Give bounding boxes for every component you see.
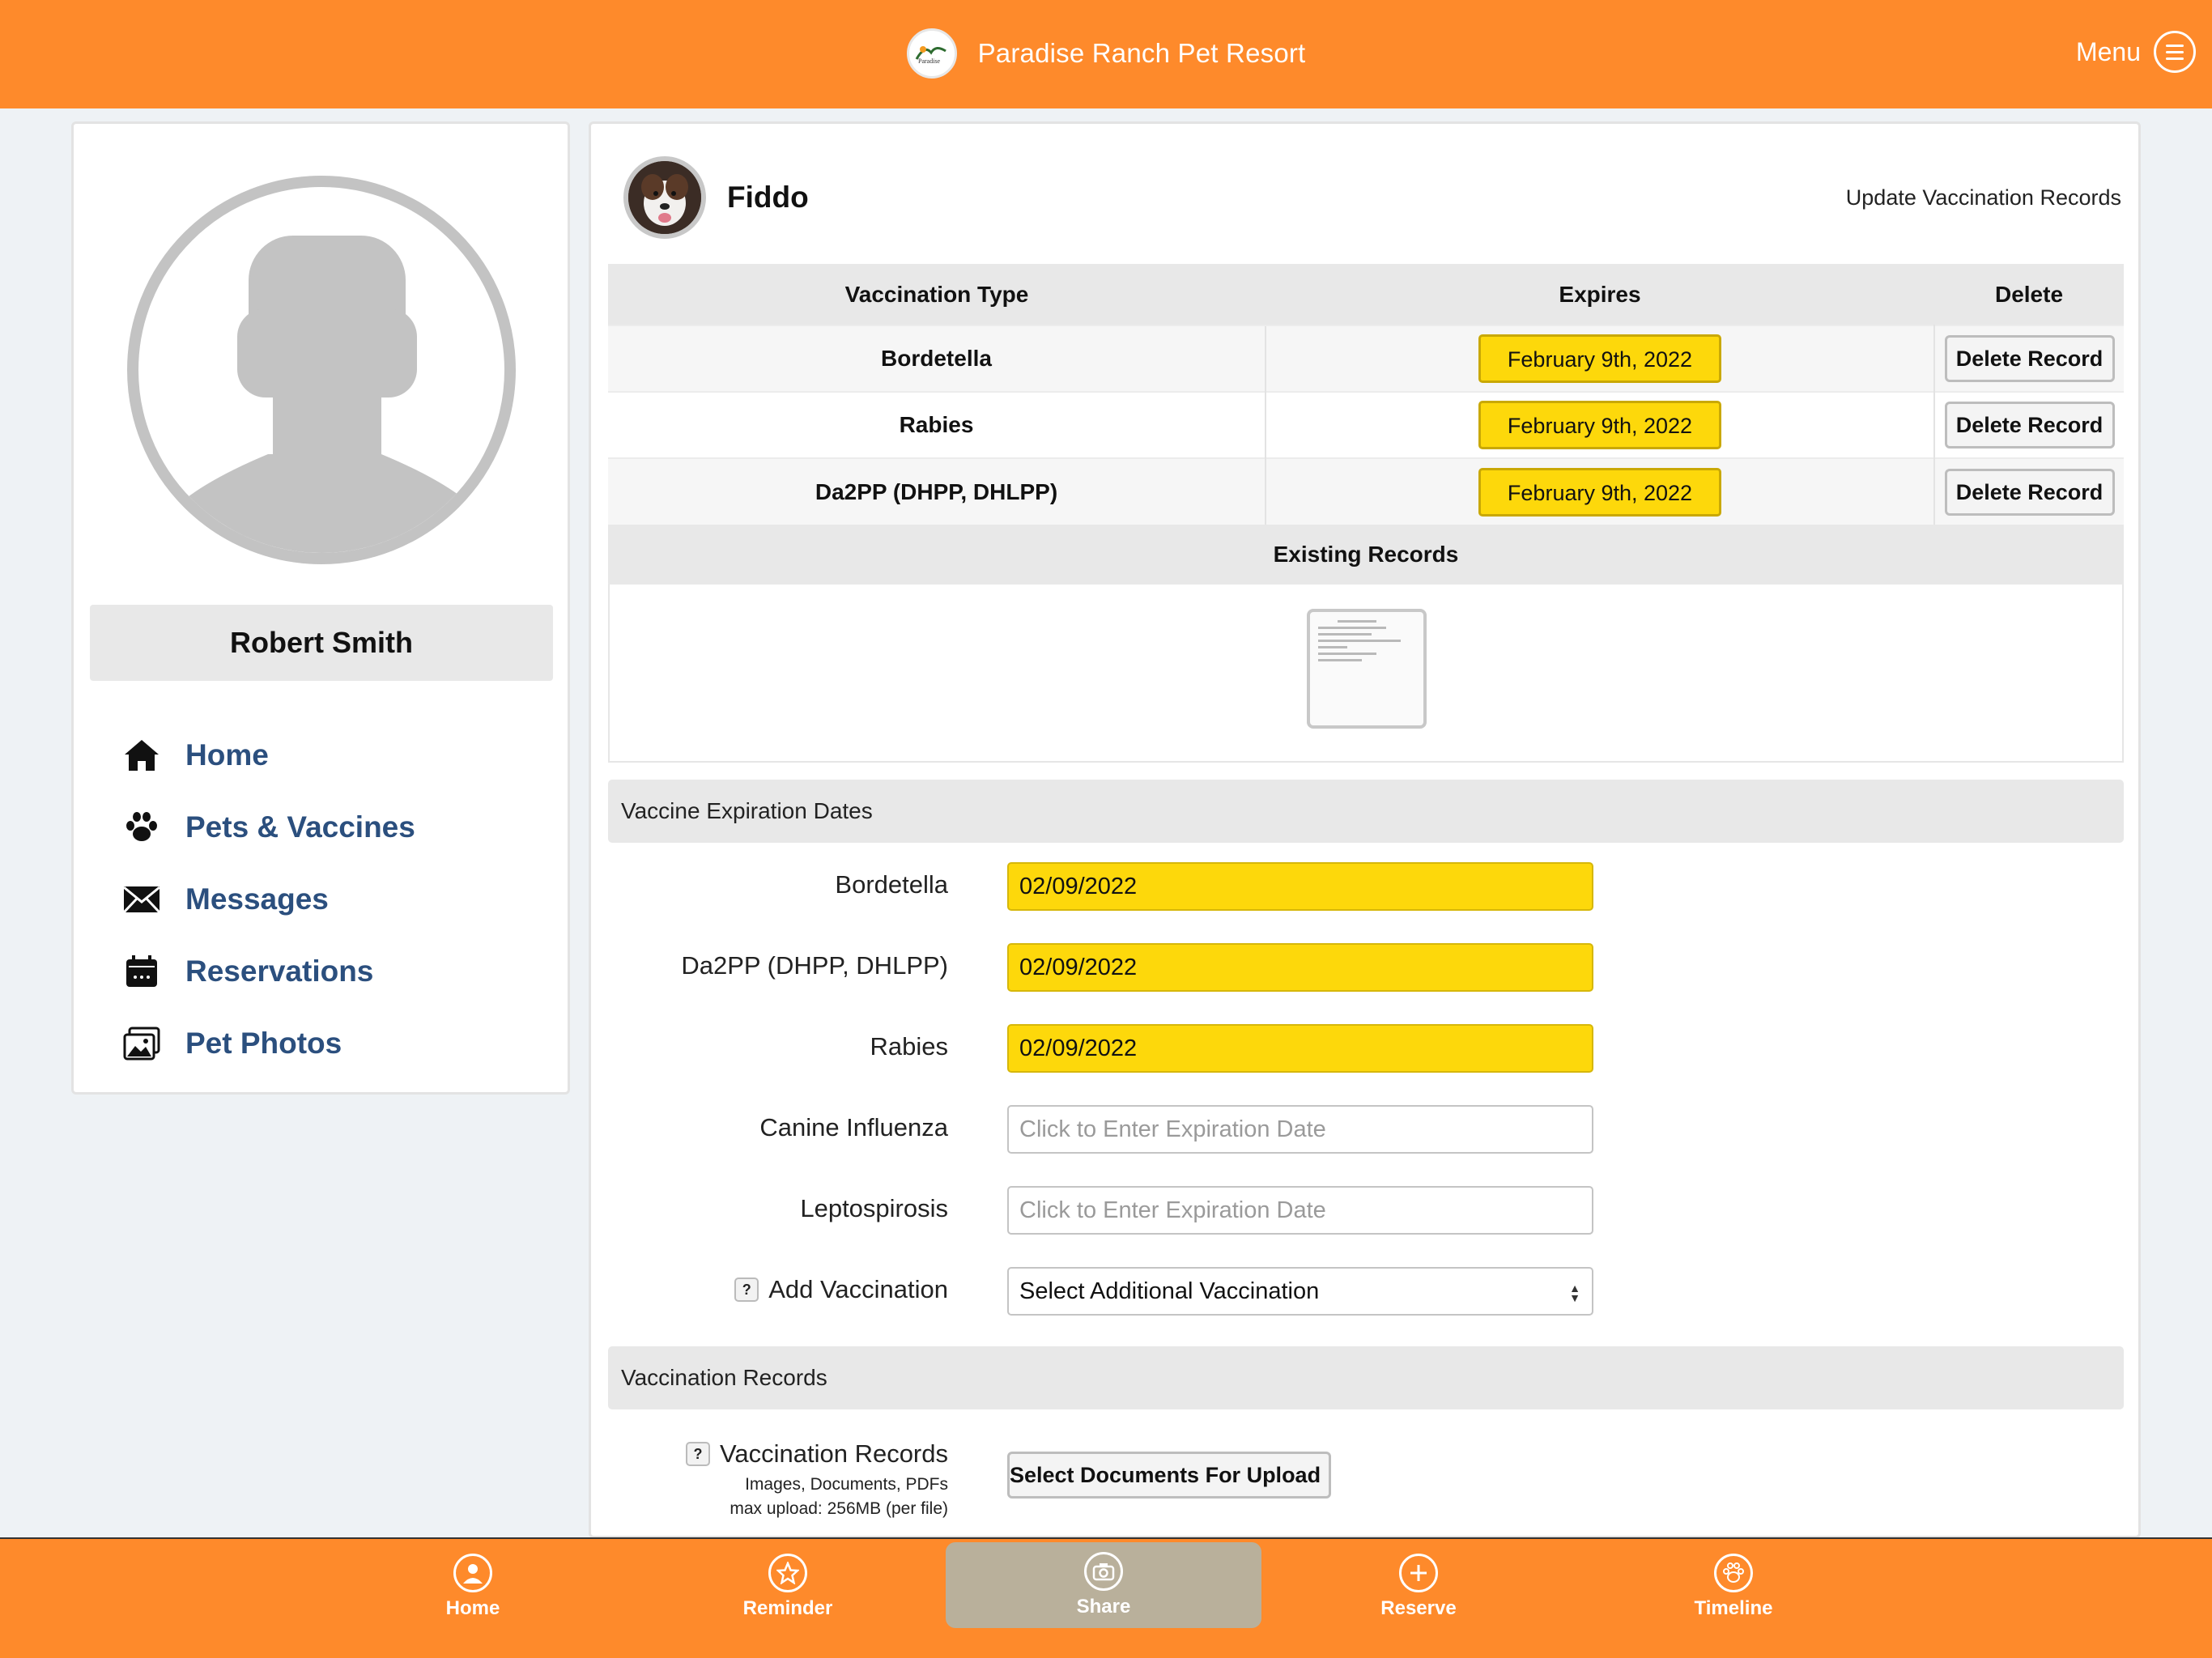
vaccination-type-cell: Rabies — [608, 391, 1266, 458]
table-row: Da2PP (DHPP, DHLPP) February 9th, 2022 D… — [608, 457, 2124, 525]
records-label-block: ? Vaccination Records Images, Documents,… — [685, 1439, 948, 1519]
update-vaccination-records-link[interactable]: Update Vaccination Records — [1846, 185, 2121, 210]
table-row: Bordetella February 9th, 2022 Delete Rec… — [608, 325, 2124, 392]
user-avatar-placeholder-icon[interactable] — [127, 176, 516, 564]
user-icon — [453, 1554, 492, 1592]
paw-icon — [1714, 1554, 1753, 1592]
select-arrows-icon: ▲ ▼ — [1569, 1282, 1580, 1304]
plus-icon — [1399, 1554, 1438, 1592]
upload-hint-types: Images, Documents, PDFs — [745, 1475, 948, 1494]
form-row-vaccination-records: ? Vaccination Records Images, Documents,… — [608, 1439, 2124, 1528]
leptospirosis-date-input[interactable] — [1007, 1186, 1593, 1235]
help-icon[interactable]: ? — [685, 1442, 710, 1466]
user-name: Robert Smith — [90, 605, 553, 681]
tab-reminder[interactable]: Reminder — [630, 1544, 946, 1630]
document-thumbnail[interactable] — [1307, 609, 1427, 729]
tab-home[interactable]: Home — [315, 1544, 631, 1630]
envelope-icon — [122, 880, 161, 919]
sidebar-item-label: Reservations — [185, 954, 374, 988]
sidebar-nav: Home Pets & Vaccines Messages Reservatio… — [122, 719, 543, 1079]
tab-timeline[interactable]: Timeline — [1576, 1544, 1891, 1630]
select-documents-upload-button[interactable]: Select Documents For Upload — [1007, 1452, 1331, 1499]
tab-reserve[interactable]: Reserve — [1261, 1544, 1576, 1630]
brand[interactable]: Paradise Paradise Ranch Pet Resort — [906, 28, 1306, 79]
field-label: Canine Influenza — [759, 1113, 948, 1141]
vaccination-type-cell: Bordetella — [608, 325, 1266, 392]
sidebar-item-label: Pets & Vaccines — [185, 810, 415, 844]
field-label: Bordetella — [835, 870, 948, 899]
form-row-add-vaccination: ? Add Vaccination Select Additional Vacc… — [608, 1267, 2124, 1317]
field-label: Vaccination Records — [719, 1439, 948, 1468]
existing-records-area — [608, 585, 2124, 763]
column-header-expires: Expires — [1266, 264, 1934, 325]
photos-icon — [122, 1024, 161, 1063]
upload-hint-size: max upload: 256MB (per file) — [730, 1499, 948, 1518]
da2pp-date-input[interactable] — [1007, 943, 1593, 992]
vaccination-records-section-header: Vaccination Records — [608, 1346, 2124, 1409]
calendar-icon — [122, 952, 161, 991]
tab-label: Reminder — [742, 1597, 833, 1619]
hamburger-icon — [2154, 31, 2196, 73]
canine-influenza-date-input[interactable] — [1007, 1105, 1593, 1154]
expires-date-badge: February 9th, 2022 — [1478, 334, 1721, 383]
bottom-tab-bar: Home Reminder Share Reserve Timeline — [0, 1537, 2212, 1658]
app-title: Paradise Ranch Pet Resort — [977, 38, 1306, 68]
tab-share[interactable]: Share — [946, 1542, 1261, 1628]
svg-text:Paradise: Paradise — [918, 57, 941, 65]
delete-record-button[interactable]: Delete Record — [1944, 335, 2115, 382]
sidebar-item-home[interactable]: Home — [122, 719, 543, 791]
pet-name: Fiddo — [727, 181, 809, 214]
vaccination-type-cell: Da2PP (DHPP, DHLPP) — [608, 457, 1266, 525]
tab-label: Timeline — [1694, 1597, 1773, 1619]
sidebar-item-label: Messages — [185, 882, 329, 916]
add-vaccination-select[interactable]: Select Additional Vaccination ▲ ▼ — [1007, 1267, 1593, 1316]
expires-date-badge: February 9th, 2022 — [1478, 401, 1721, 449]
star-icon — [768, 1554, 807, 1592]
delete-record-button[interactable]: Delete Record — [1944, 402, 2115, 449]
pet-header: Fiddo Update Vaccination Records — [623, 156, 2121, 240]
rabies-date-input[interactable] — [1007, 1024, 1593, 1073]
profile-card: Robert Smith Home Pets & Vaccines Messag… — [71, 121, 570, 1095]
tab-label: Home — [445, 1597, 500, 1619]
resort-logo-icon: Paradise — [906, 28, 957, 79]
camera-icon — [1084, 1552, 1123, 1591]
tab-label: Reserve — [1380, 1597, 1457, 1619]
paw-icon — [122, 808, 161, 847]
column-header-delete: Delete — [1934, 264, 2124, 325]
home-icon — [122, 736, 161, 775]
main-panel: Fiddo Update Vaccination Records Vaccina… — [589, 121, 2141, 1538]
form-row-bordetella: Bordetella — [608, 862, 2124, 912]
form-row-da2pp: Da2PP (DHPP, DHLPP) — [608, 943, 2124, 993]
sidebar-item-pet-photos[interactable]: Pet Photos — [122, 1007, 543, 1079]
sidebar-item-label: Home — [185, 738, 269, 772]
form-row-leptospirosis: Leptospirosis — [608, 1186, 2124, 1236]
existing-records-header: Existing Records — [608, 525, 2124, 585]
pet-avatar[interactable] — [623, 156, 706, 239]
select-value: Select Additional Vaccination — [1019, 1278, 1320, 1304]
tab-label: Share — [1076, 1596, 1131, 1618]
vaccination-table: Vaccination Type Expires Delete Bordetel… — [608, 264, 2124, 525]
field-label: Leptospirosis — [800, 1194, 948, 1222]
bordetella-date-input[interactable] — [1007, 862, 1593, 911]
sidebar-item-pets-vaccines[interactable]: Pets & Vaccines — [122, 791, 543, 863]
vaccine-expiration-section-header: Vaccine Expiration Dates — [608, 780, 2124, 843]
help-icon[interactable]: ? — [734, 1278, 759, 1302]
menu-label: Menu — [2075, 36, 2141, 66]
top-bar: Paradise Paradise Ranch Pet Resort Menu — [0, 0, 2212, 108]
sidebar-item-messages[interactable]: Messages — [122, 863, 543, 935]
form-row-canine-influenza: Canine Influenza — [608, 1105, 2124, 1155]
sidebar-item-label: Pet Photos — [185, 1026, 342, 1060]
column-header-vaccination-type: Vaccination Type — [608, 264, 1266, 325]
sidebar-item-reservations[interactable]: Reservations — [122, 935, 543, 1007]
delete-record-button[interactable]: Delete Record — [1944, 468, 2115, 516]
add-vaccination-label: ? Add Vaccination — [734, 1275, 948, 1304]
menu-button[interactable]: Menu — [2076, 31, 2196, 73]
expires-date-badge: February 9th, 2022 — [1478, 467, 1721, 517]
field-label: Rabies — [870, 1032, 949, 1061]
table-row: Rabies February 9th, 2022 Delete Record — [608, 391, 2124, 458]
field-label: Add Vaccination — [768, 1275, 948, 1303]
field-label: Da2PP (DHPP, DHLPP) — [681, 951, 948, 980]
form-row-rabies: Rabies — [608, 1024, 2124, 1074]
